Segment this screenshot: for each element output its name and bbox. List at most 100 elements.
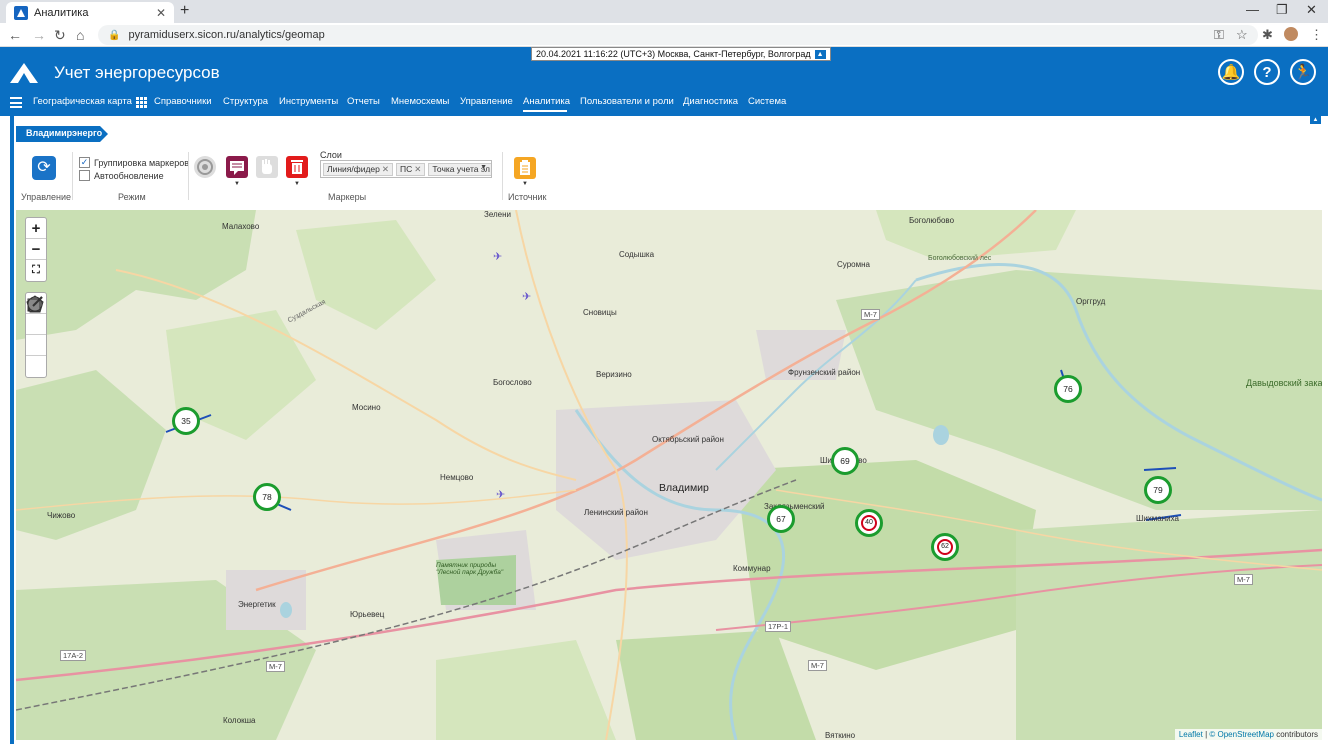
road-shield: 17Р-1	[765, 621, 792, 632]
refresh-button[interactable]: ⟳	[32, 156, 56, 180]
menu-geomap[interactable]: Географическая карта	[33, 96, 132, 107]
place-label: Колокша	[223, 716, 256, 725]
profile-avatar[interactable]	[1284, 27, 1298, 41]
fit-bounds-button[interactable]: ⛶	[26, 260, 46, 281]
back-icon[interactable]: ←	[8, 27, 22, 43]
notifications-bell-icon[interactable]: 🔔	[1218, 59, 1244, 85]
place-label: Октябрьский район	[652, 435, 724, 444]
delete-button[interactable]	[286, 156, 308, 178]
hamburger-menu-icon[interactable]	[10, 97, 22, 108]
menu-users-roles[interactable]: Пользователи и роли	[580, 96, 674, 107]
remove-chip-icon[interactable]: ✕	[414, 164, 421, 174]
airport-icon: ✈	[493, 251, 503, 263]
app-header: Учет энергоресурсов 20.04.2021 11:16:22 …	[0, 47, 1328, 116]
messages-dropdown-icon[interactable]: ▼	[234, 181, 240, 187]
home-icon[interactable]: ⌂	[76, 27, 84, 43]
menu-directories[interactable]: Справочники	[154, 96, 212, 107]
hand-pan-button[interactable]	[256, 156, 278, 178]
menu-structure[interactable]: Структура	[223, 96, 268, 107]
place-label: Фрунзенский район	[788, 368, 861, 377]
marker-cluster[interactable]: 69	[831, 447, 859, 475]
menu-tools[interactable]: Инструменты	[279, 96, 338, 107]
logout-run-icon[interactable]: 🏃	[1290, 59, 1316, 85]
place-label: Боголюбовский лес	[928, 255, 992, 262]
messages-button[interactable]	[226, 156, 248, 178]
marker-cluster[interactable]: 35	[172, 407, 200, 435]
place-label: Мосино	[352, 403, 381, 412]
chat-icon	[230, 161, 244, 175]
road-shield: М-7	[266, 661, 285, 672]
bookmark-star-icon[interactable]: ☆	[1236, 27, 1248, 43]
help-icon[interactable]: ?	[1254, 59, 1280, 85]
menu-analytics[interactable]: Аналитика	[523, 96, 570, 107]
layers-select[interactable]: Линия/фидер ✕ ПС ✕ Точка учета эл ▼	[320, 160, 492, 178]
zoom-out-button[interactable]: −	[26, 239, 46, 260]
remove-chip-icon[interactable]: ✕	[382, 164, 389, 174]
alarm-marker-cluster[interactable]: 40	[855, 509, 883, 537]
grouping-checkbox[interactable]: ✓ Группировка маркеров	[79, 157, 189, 168]
breadcrumb[interactable]: Владимирэнерго	[16, 126, 108, 142]
place-label: Юрьевец	[350, 610, 385, 619]
app-favicon-icon	[14, 5, 28, 20]
browser-tabbar: Аналитика ✕ + — ❐ ✕	[0, 0, 1328, 23]
place-label: Содышка	[619, 250, 655, 259]
collapse-toolbar-icon[interactable]: ▲	[1310, 116, 1321, 124]
geo-map[interactable]: Зелени Малахово Боголюбово Содышка Суром…	[16, 210, 1322, 740]
edit-layers-button[interactable]	[26, 296, 46, 377]
attribution-suffix: contributors	[1276, 730, 1318, 739]
minimize-icon[interactable]: —	[1246, 2, 1259, 17]
source-button[interactable]	[514, 157, 536, 179]
close-tab-icon[interactable]: ✕	[156, 6, 166, 20]
menu-diagnostics[interactable]: Диагностика	[683, 96, 738, 107]
datetime-collapse-icon[interactable]: ▲	[814, 49, 826, 59]
maximize-icon[interactable]: ❐	[1276, 2, 1288, 18]
marker-cluster[interactable]: 76	[1054, 375, 1082, 403]
menu-system[interactable]: Система	[748, 96, 786, 107]
url-input[interactable]: 🔒 pyramiduserx.sicon.ru/analytics/geomap	[98, 25, 1258, 45]
draw-toolbar	[25, 292, 47, 378]
autorefresh-checkbox-label: Автообновление	[94, 170, 164, 181]
layer-chip[interactable]: Линия/фидер ✕	[323, 162, 394, 176]
close-window-icon[interactable]: ✕	[1306, 2, 1317, 18]
app-title: Учет энергоресурсов	[54, 63, 220, 82]
menu-control[interactable]: Управление	[460, 96, 513, 107]
draw-line-button[interactable]	[26, 296, 46, 335]
marker-cluster[interactable]: 67	[767, 505, 795, 533]
source-dropdown-icon[interactable]: ▼	[522, 181, 528, 187]
apps-grid-icon[interactable]	[136, 97, 147, 108]
place-label: Веризино	[596, 370, 632, 379]
autorefresh-checkbox[interactable]: Автообновление	[79, 170, 164, 181]
place-label: Сновицы	[583, 308, 617, 317]
new-tab-icon[interactable]: +	[180, 2, 189, 20]
osm-link[interactable]: © OpenStreetMap	[1209, 730, 1274, 739]
place-label: Малахово	[222, 222, 260, 231]
key-icon[interactable]: ⚿	[1214, 27, 1224, 43]
zoom-in-button[interactable]: +	[26, 218, 46, 239]
menu-reports[interactable]: Отчеты	[347, 96, 380, 107]
road-shield: 17А-2	[60, 650, 87, 661]
forward-icon[interactable]: →	[32, 27, 46, 43]
menu-mnemonics[interactable]: Мнемосхемы	[391, 96, 449, 107]
place-label: Ленинский район	[584, 508, 648, 517]
delete-dropdown-icon[interactable]: ▼	[294, 181, 300, 187]
layers-dropdown-icon[interactable]: ▼	[480, 164, 487, 171]
city-label: Владимир	[659, 482, 709, 494]
alarm-marker-cluster[interactable]: 62	[931, 533, 959, 561]
toolbar-divider	[72, 152, 73, 200]
browser-menu-icon[interactable]: ⋮	[1310, 27, 1323, 43]
group-label-source: Источник	[508, 192, 547, 202]
layer-chip[interactable]: ПС ✕	[396, 162, 426, 176]
reload-icon[interactable]: ↻	[54, 27, 66, 44]
park-label: Памятник природы "Лесной парк Дружба"	[436, 562, 504, 576]
alarm-cluster-count: 62	[937, 539, 953, 555]
marker-cluster[interactable]: 78	[253, 483, 281, 511]
draw-circle-button[interactable]	[26, 296, 46, 356]
trash-icon	[291, 160, 303, 174]
extensions-icon[interactable]: ✱	[1262, 27, 1273, 43]
locate-target-button[interactable]	[194, 156, 216, 178]
autorefresh-checkbox-box[interactable]	[79, 170, 90, 181]
grouping-checkbox-box[interactable]: ✓	[79, 157, 90, 168]
leaflet-link[interactable]: Leaflet	[1179, 730, 1203, 739]
browser-tab[interactable]: Аналитика ✕	[6, 2, 174, 23]
marker-cluster[interactable]: 79	[1144, 476, 1172, 504]
